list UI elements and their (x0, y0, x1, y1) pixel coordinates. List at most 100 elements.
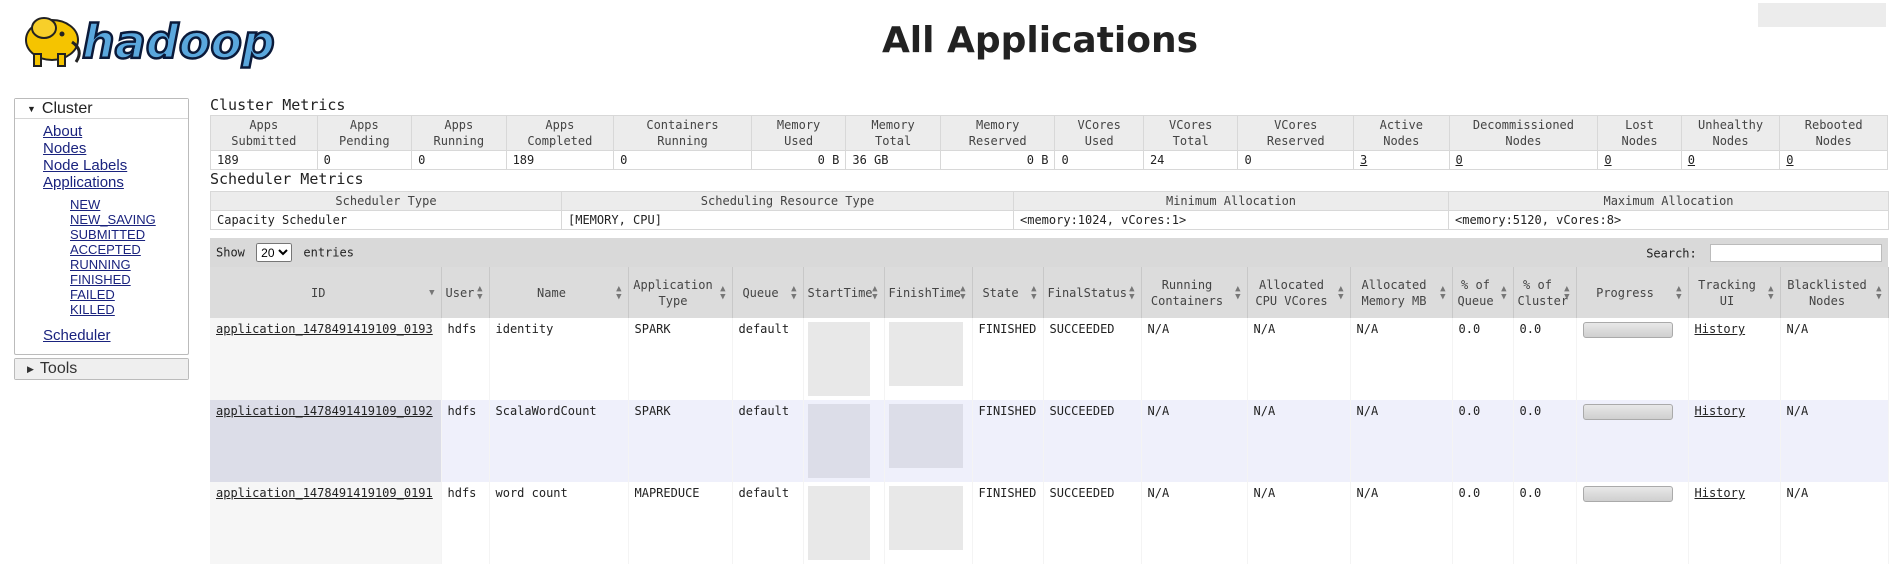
nav-link-state-failed[interactable]: FAILED (15, 287, 188, 302)
column-header-user[interactable]: User ▲ ▼ (441, 267, 490, 318)
header-line: Rebooted (1804, 118, 1863, 132)
search-label: Search: (1646, 246, 1697, 260)
nav-link-state-submitted[interactable]: SUBMITTED (15, 227, 188, 242)
cell-start (803, 482, 885, 564)
name-value: ScalaWordCount (495, 404, 597, 418)
nav-link-state-accepted[interactable]: ACCEPTED (15, 242, 188, 257)
header-line: Apps (349, 118, 379, 132)
header-line: Lost (1625, 118, 1655, 132)
header-line: Nodes (1505, 134, 1542, 148)
column-header-application-type[interactable]: Application Type ▲ ▼ (628, 267, 733, 318)
scheduling-resource-type-header: Scheduling Resource Type (561, 191, 1014, 211)
header-line: % of (1523, 277, 1552, 292)
header-line: % of (1461, 277, 1490, 292)
cluster-metric-value-containers-running: 0 (613, 150, 752, 170)
cell-final-status: SUCCEEDED (1043, 482, 1142, 564)
application-id-link[interactable]: application_1478491419109_0191 (216, 486, 433, 500)
user-value: hdfs (447, 322, 477, 336)
cluster-metric-value-apps-pending: 0 (316, 150, 413, 170)
cluster-metric-value-vcores-reserved: 0 (1237, 150, 1355, 170)
column-header-allocated-cpu-vcores[interactable]: Allocated CPU VCores ▲ ▼ (1247, 267, 1351, 318)
cluster-metric-header-memory-used: Memory Used (750, 115, 847, 151)
type-value: SPARK (634, 404, 671, 418)
cluster-metric-value-apps-running: 0 (411, 150, 507, 170)
progress-bar (1582, 404, 1673, 420)
cell-pct-queue: 0.0 (1452, 318, 1514, 400)
final-status-value: SUCCEEDED (1049, 404, 1115, 418)
cell-queue: default (732, 400, 804, 482)
entries-per-page-select[interactable]: 20 (256, 243, 293, 262)
application-id-link[interactable]: application_1478491419109_0193 (216, 322, 433, 336)
column-header-running-containers[interactable]: Running Containers ▲ ▼ (1141, 267, 1248, 318)
column-header-id[interactable]: ID ▼ (210, 267, 442, 318)
tracking-ui-link[interactable]: History (1695, 404, 1746, 418)
nav-link-about[interactable]: About (15, 123, 188, 140)
cluster-nav: ▼ Cluster About Nodes Node Labels Applic… (14, 98, 189, 355)
nav-link-state-killed[interactable]: KILLED (15, 302, 188, 317)
column-header-finalstatus[interactable]: FinalStatus ▲ ▼ (1043, 267, 1142, 318)
sort-icon: ▲ ▼ (1564, 283, 1570, 302)
cluster-metric-header-vcores-used: VCores Used (1054, 115, 1144, 151)
nav-link-scheduler[interactable]: Scheduler (15, 327, 188, 344)
column-header-of-queue[interactable]: % of Queue ▲ ▼ (1452, 267, 1514, 318)
column-header-starttime[interactable]: StartTime ▲ ▼ (803, 267, 885, 318)
cell-id: application_1478491419109_0191 (210, 482, 442, 564)
header-line: Application (633, 277, 713, 292)
cluster-metric-header-apps-running: Apps Running (411, 115, 507, 151)
column-header-blacklisted-nodes[interactable]: Blacklisted Nodes ▲ ▼ (1780, 267, 1889, 318)
metric-link[interactable]: 0 (1688, 153, 1695, 167)
tools-nav[interactable]: ▶ Tools (14, 358, 189, 380)
cell-user: hdfs (441, 318, 490, 400)
hadoop-logo[interactable]: hadoop (14, 2, 314, 76)
header-line: Running (657, 134, 708, 148)
column-header-of-cluster[interactable]: % of Cluster ▲ ▼ (1513, 267, 1577, 318)
cell-name: word count (489, 482, 629, 564)
nav-link-node-labels[interactable]: Node Labels (15, 157, 188, 174)
table-row: application_1478491419109_0191 hdfs word c… (210, 482, 1889, 564)
metric-value: 0 (1244, 153, 1252, 167)
cell-queue: default (732, 482, 804, 564)
cell-running-containers: N/A (1141, 482, 1248, 564)
metric-value: 0 (418, 153, 426, 167)
search-input[interactable] (1710, 243, 1882, 262)
cell-pct-cluster: 0.0 (1513, 318, 1577, 400)
nav-link-state-running[interactable]: RUNNING (15, 257, 188, 272)
nav-link-state-new-saving[interactable]: NEW_SAVING (15, 212, 188, 227)
column-header-allocated-memory-mb[interactable]: Allocated Memory MB ▲ ▼ (1350, 267, 1453, 318)
cluster-metric-header-apps-submitted: Apps Submitted (210, 115, 318, 151)
cell-progress (1576, 400, 1689, 482)
tools-nav-header[interactable]: ▶ Tools (15, 359, 188, 379)
column-header-tracking-ui[interactable]: Tracking UI ▲ ▼ (1688, 267, 1781, 318)
tracking-ui-link[interactable]: History (1695, 322, 1746, 336)
nav-link-state-finished[interactable]: FINISHED (15, 272, 188, 287)
metric-link[interactable]: 0 (1604, 153, 1611, 167)
sort-icon: ▲ ▼ (477, 283, 483, 302)
cluster-metrics-table: Apps Submitted Apps Pending Apps Running Apps C… (210, 115, 1888, 170)
queue-value: default (738, 404, 790, 418)
cluster-nav-header[interactable]: ▼ Cluster (15, 99, 188, 119)
sort-icon: ▲ ▼ (616, 283, 622, 302)
metric-link[interactable]: 3 (1360, 153, 1367, 167)
nav-link-applications[interactable]: Applications (15, 174, 188, 191)
final-status-value: SUCCEEDED (1049, 486, 1115, 500)
column-header-progress[interactable]: Progress ▲ ▼ (1576, 267, 1689, 318)
nav-link-nodes[interactable]: Nodes (15, 140, 188, 157)
tracking-ui-link[interactable]: History (1695, 486, 1746, 500)
column-header-state[interactable]: State ▲ ▼ (972, 267, 1044, 318)
pct-cluster-value: 0.0 (1519, 322, 1542, 336)
sort-icon: ▲ ▼ (1676, 283, 1682, 302)
column-header-finishtime[interactable]: FinishTime ▲ ▼ (884, 267, 973, 318)
metric-link[interactable]: 0 (1786, 153, 1793, 167)
nav-link-state-new[interactable]: NEW (15, 197, 188, 212)
cluster-metric-value-apps-submitted: 189 (210, 150, 318, 170)
cell-finish (884, 400, 973, 482)
cluster-metric-value-unhealthy-nodes: 0 (1680, 150, 1781, 170)
application-id-link[interactable]: application_1478491419109_0192 (216, 404, 433, 418)
metric-value: 0 B (817, 153, 840, 167)
cell-blacklisted: N/A (1780, 482, 1889, 564)
running-containers-value: N/A (1147, 486, 1170, 500)
column-header-name[interactable]: Name ▲ ▼ (489, 267, 629, 318)
column-header-queue[interactable]: Queue ▲ ▼ (732, 267, 804, 318)
metric-link[interactable]: 0 (1456, 153, 1463, 167)
cluster-metric-header-rebooted-nodes: Rebooted Nodes (1779, 115, 1888, 151)
